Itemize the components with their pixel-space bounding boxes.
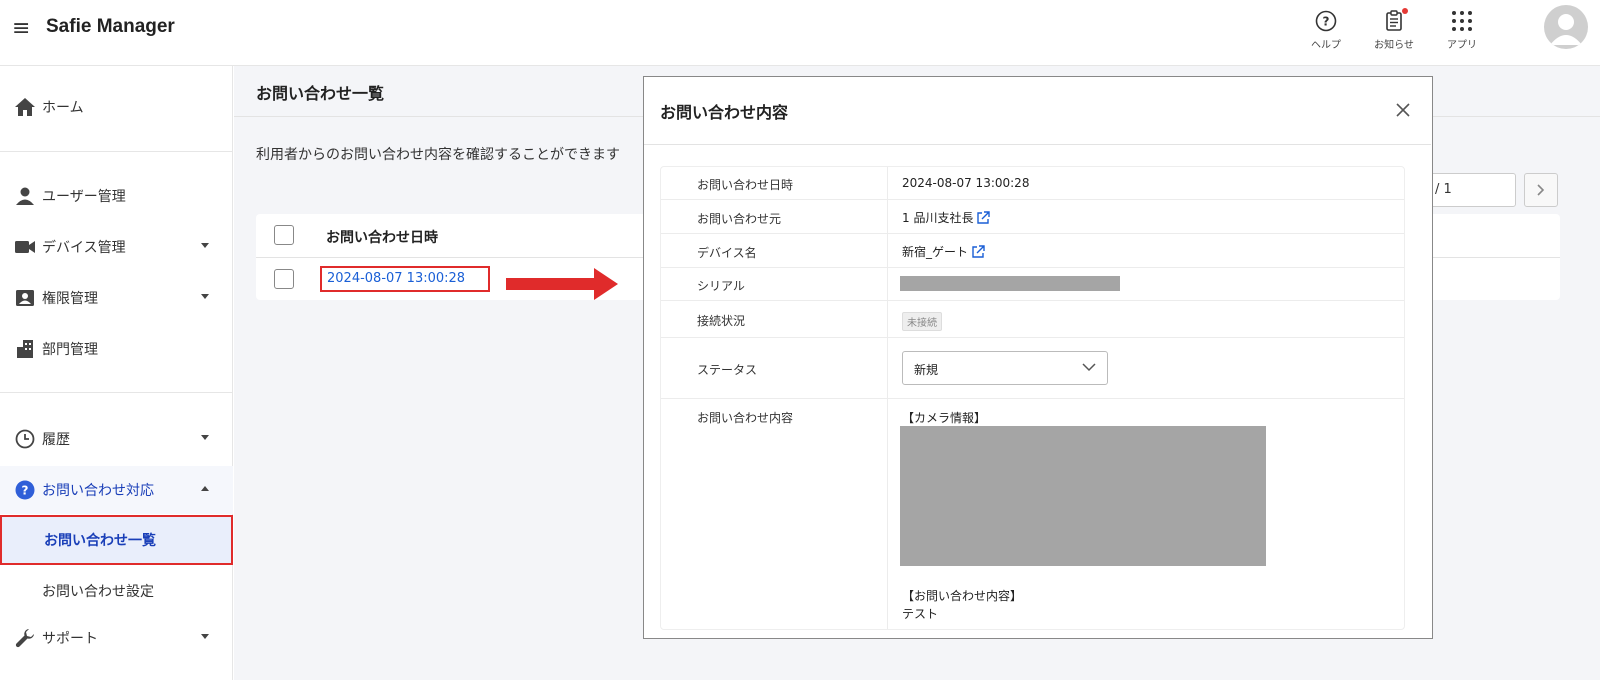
- camera-info-redaction: [900, 426, 1266, 566]
- chevron-up-icon: [201, 486, 209, 491]
- connection-status-badge: 未接続: [902, 312, 942, 331]
- sidebar-item-permissions[interactable]: 権限管理: [0, 274, 233, 322]
- sidebar-divider: [0, 151, 233, 152]
- apps-label: アプリ: [1447, 40, 1477, 51]
- detail-row-device: デバイス名 新宿_ゲート: [661, 234, 1404, 268]
- user-avatar[interactable]: [1544, 5, 1588, 49]
- app-title[interactable]: Safie Manager: [46, 16, 175, 38]
- close-button[interactable]: [1390, 97, 1416, 123]
- page-description: 利用者からのお問い合わせ内容を確認することができます: [256, 147, 620, 163]
- page-title: お問い合わせ一覧: [256, 84, 385, 103]
- top-header: ≡ Safie Manager ? ヘルプ お知らせ アプリ: [0, 0, 1600, 66]
- detail-row-source: お問い合わせ元 1 品川支社長: [661, 200, 1404, 234]
- building-icon: [14, 338, 36, 360]
- status-label: ステータス: [697, 363, 758, 377]
- sidebar-item-label: お問い合わせ対応: [42, 483, 154, 499]
- grid-icon: [1434, 8, 1490, 34]
- notice-button[interactable]: お知らせ: [1366, 8, 1422, 51]
- status-select-value: 新規: [914, 363, 939, 377]
- modal-title: お問い合わせ内容: [660, 103, 789, 122]
- detail-row-status: ステータス 新規: [661, 338, 1404, 399]
- sidebar-item-label: ホーム: [42, 100, 84, 116]
- chevron-down-icon: [201, 294, 209, 299]
- clipboard-icon: [1366, 8, 1422, 34]
- sidebar-item-history[interactable]: 履歴: [0, 415, 233, 463]
- inquiry-date-link[interactable]: 2024-08-07 13:00:28: [320, 266, 490, 292]
- status-select[interactable]: 新規: [902, 351, 1108, 385]
- sidebar-divider: [0, 392, 233, 393]
- serial-redaction: [900, 276, 1120, 291]
- close-icon: [1396, 103, 1410, 117]
- help-button[interactable]: ? ヘルプ: [1298, 8, 1354, 51]
- external-link-icon: [977, 210, 991, 224]
- sidebar-item-label: サポート: [42, 631, 98, 647]
- chevron-down-icon: [201, 435, 209, 440]
- detail-row-serial: シリアル: [661, 268, 1404, 301]
- column-header-datetime[interactable]: お問い合わせ日時: [326, 227, 438, 247]
- sidebar-item-support[interactable]: サポート: [0, 614, 233, 662]
- content-label: お問い合わせ内容: [697, 411, 794, 425]
- modal-divider: [644, 144, 1431, 145]
- wrench-icon: [14, 627, 36, 649]
- notification-dot: [1402, 8, 1408, 14]
- chevron-down-icon: [201, 634, 209, 639]
- source-value: 1 品川支社長: [902, 211, 974, 225]
- source-label: お問い合わせ元: [697, 212, 782, 226]
- help-icon: ?: [1298, 8, 1354, 34]
- sidebar-item-users[interactable]: ユーザー管理: [0, 172, 233, 220]
- question-circle-icon: ?: [14, 479, 36, 501]
- apps-button[interactable]: アプリ: [1434, 8, 1490, 51]
- id-card-icon: [14, 287, 36, 309]
- sidebar-item-departments[interactable]: 部門管理: [0, 325, 233, 373]
- inquiry-detail-table: お問い合わせ日時 2024-08-07 13:00:28 お問い合わせ元 1 品…: [660, 166, 1405, 630]
- user-icon: [14, 185, 36, 207]
- source-link[interactable]: 1 品川支社長: [902, 209, 991, 226]
- device-link[interactable]: 新宿_ゲート: [902, 243, 985, 260]
- detail-row-content: お問い合わせ内容 【カメラ情報】 【お問い合わせ内容】 テスト: [661, 399, 1404, 629]
- sidebar-subitem-inquiry-settings[interactable]: お問い合わせ設定: [0, 566, 233, 616]
- sidebar-item-label: 部門管理: [42, 342, 98, 358]
- content-text: テスト: [902, 607, 939, 621]
- clock-icon: [14, 428, 36, 450]
- datetime-value: 2024-08-07 13:00:28: [902, 176, 1030, 190]
- notice-label: お知らせ: [1374, 40, 1414, 51]
- chevron-down-icon: [1082, 363, 1096, 372]
- camera-info-heading: 【カメラ情報】: [902, 411, 987, 425]
- external-link-icon: [972, 244, 985, 258]
- sidebar: ホーム ユーザー管理 デバイス管理 権限管理 部門管理 履歴 ? お問い合わせ対…: [0, 66, 233, 680]
- detail-row-datetime: お問い合わせ日時 2024-08-07 13:00:28: [661, 167, 1404, 200]
- svg-text:?: ?: [1323, 15, 1330, 29]
- content-heading: 【お問い合わせ内容】: [902, 589, 1023, 603]
- detail-row-connection: 接続状況 未接続: [661, 301, 1404, 338]
- sidebar-item-devices[interactable]: デバイス管理: [0, 223, 233, 271]
- serial-label: シリアル: [697, 279, 745, 293]
- sidebar-subitem-inquiry-list[interactable]: お問い合わせ一覧: [0, 515, 233, 565]
- sidebar-item-label: ユーザー管理: [42, 189, 126, 205]
- sidebar-item-label: 権限管理: [42, 291, 98, 307]
- datetime-label: お問い合わせ日時: [697, 178, 794, 192]
- next-page-button[interactable]: [1524, 173, 1558, 207]
- page-number-input[interactable]: / 1: [1420, 173, 1516, 207]
- chevron-right-icon: [1537, 184, 1545, 196]
- device-value: 新宿_ゲート: [902, 245, 969, 259]
- device-label: デバイス名: [697, 246, 757, 260]
- connection-label: 接続状況: [697, 314, 746, 328]
- video-camera-icon: [14, 236, 36, 258]
- chevron-down-icon: [201, 243, 209, 248]
- select-all-checkbox[interactable]: [274, 225, 294, 245]
- home-icon: [14, 96, 36, 118]
- sidebar-item-home[interactable]: ホーム: [0, 83, 233, 131]
- hamburger-menu-icon[interactable]: ≡: [12, 18, 30, 40]
- red-arrow-annotation: [506, 268, 618, 300]
- row-checkbox[interactable]: [274, 269, 294, 289]
- sidebar-item-label: デバイス管理: [42, 240, 126, 256]
- sidebar-item-inquiry-support[interactable]: ? お問い合わせ対応: [0, 466, 233, 514]
- inquiry-detail-modal: お問い合わせ内容 お問い合わせ日時 2024-08-07 13:00:28 お問…: [643, 76, 1433, 639]
- svg-text:?: ?: [22, 484, 29, 498]
- sidebar-item-label: 履歴: [42, 432, 70, 448]
- help-label: ヘルプ: [1311, 40, 1341, 51]
